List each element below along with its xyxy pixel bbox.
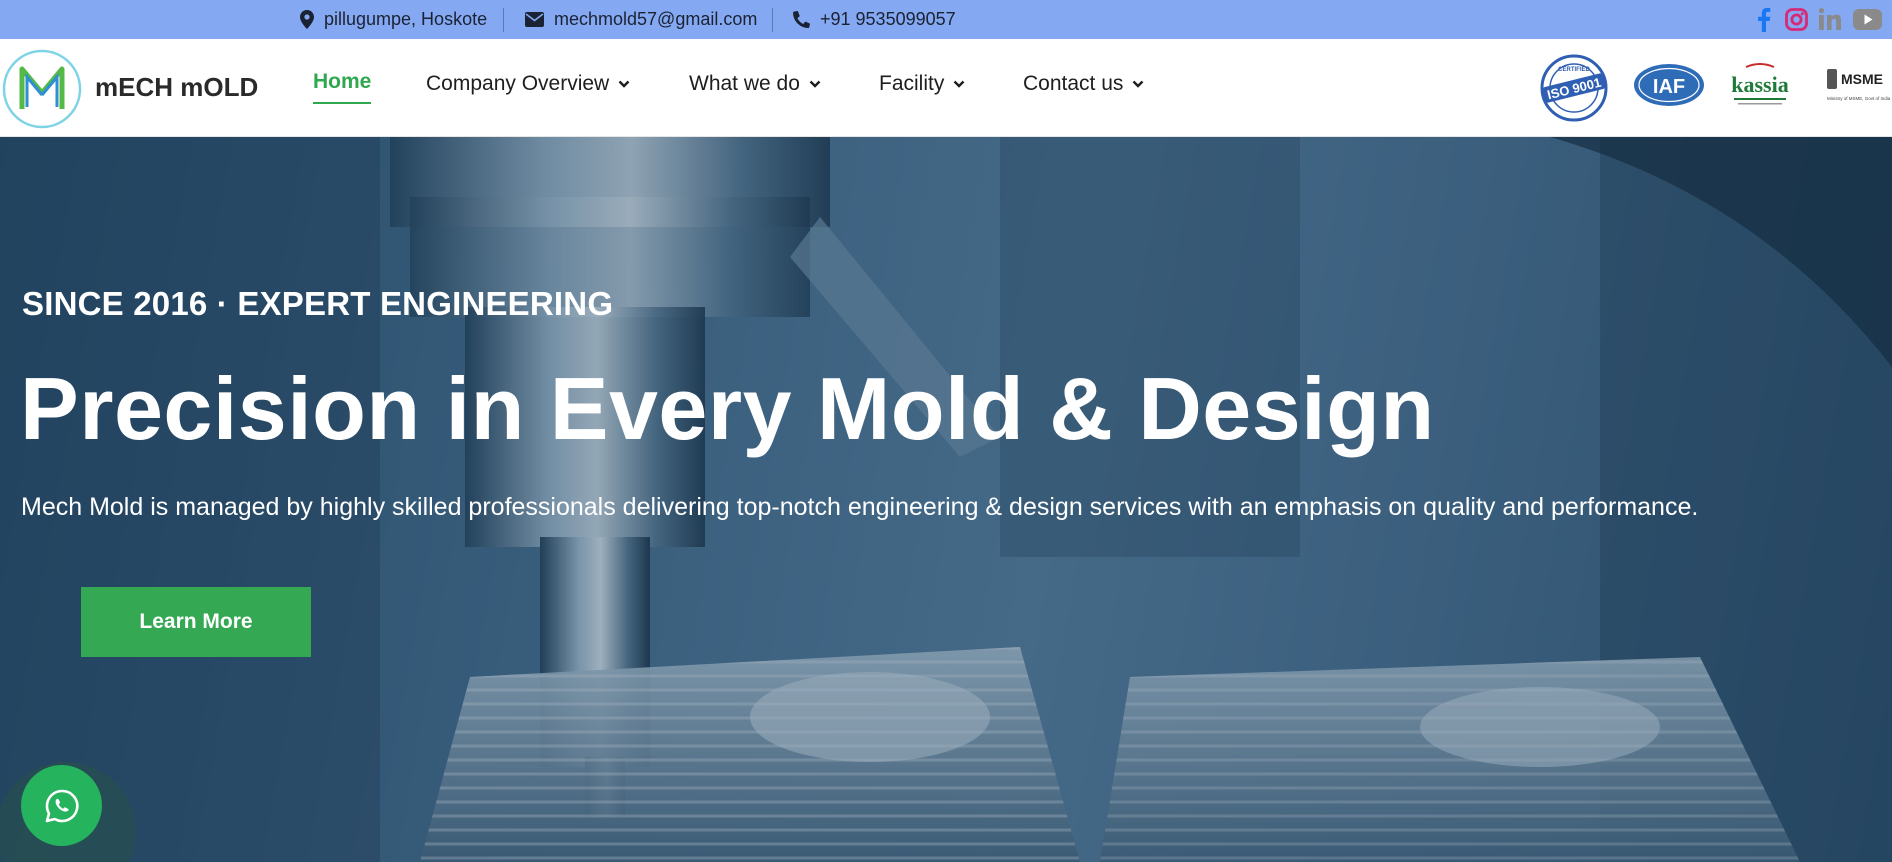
map-marker-icon [300,10,314,29]
location-contact: pillugumpe, Hoskote [300,0,487,39]
whatsapp-chat-button[interactable] [21,765,102,846]
nav-contact-us-label: Contact us [1023,72,1124,95]
nav-what-we-do-label: What we do [689,72,800,95]
nav-what-we-do[interactable]: What we do [689,72,821,96]
msme-label: MSME [1841,71,1883,87]
learn-more-button[interactable]: Learn More [81,587,311,657]
hero-headline: Precision in Every Mold & Design [20,359,1435,458]
linkedin-icon[interactable] [1818,6,1842,32]
youtube-icon[interactable] [1852,6,1882,32]
email-contact[interactable]: mechmold57@gmail.com [525,0,757,39]
chevron-down-icon [953,80,965,88]
kassia-label: kassia [1731,72,1788,97]
facebook-icon[interactable] [1755,6,1773,32]
msme-caption: Ministry of MSME, Govt of India [1827,96,1891,101]
chevron-down-icon [1133,80,1144,88]
whatsapp-icon [45,789,79,822]
nav-contact-us[interactable]: Contact us [1023,72,1144,96]
phone-link[interactable]: +91 9535099057 [820,9,956,30]
hero-banner: SINCE 2016 · EXPERT ENGINEERING Precisio… [0,137,1892,862]
phone-icon [793,11,810,28]
chevron-down-icon [809,80,821,88]
hero-eyebrow: SINCE 2016 · EXPERT ENGINEERING [22,285,614,322]
msme-badge: MSME Ministry of MSME, Govt of India [1827,69,1891,101]
iaf-badge: IAF [1634,64,1704,106]
brand-name[interactable]: mECH mOLD [95,72,258,103]
top-contact-bar: pillugumpe, Hoskote mechmold57@gmail.com… [0,0,1892,39]
iso-9001-badge: ISO 9001 CERTIFIED [1540,54,1608,122]
kassia-badge: kassia [1731,63,1789,105]
iaf-label: IAF [1653,76,1685,98]
phone-contact[interactable]: +91 9535099057 [793,0,956,39]
active-nav-underline [313,102,371,104]
chevron-down-icon [618,80,630,88]
nav-home-label: Home [313,70,372,93]
divider [772,8,773,32]
nav-facility[interactable]: Facility [879,72,965,96]
nav-company-overview-label: Company Overview [426,72,610,95]
nav-home[interactable]: Home [313,70,371,94]
company-logo-icon[interactable] [2,49,82,129]
hero-description: Mech Mold is managed by highly skilled p… [21,493,1699,521]
main-navbar: mECH mOLD Home Company Overview What we … [0,39,1892,137]
nav-facility-label: Facility [879,72,945,95]
email-link[interactable]: mechmold57@gmail.com [554,9,757,30]
divider [503,8,504,32]
instagram-icon[interactable] [1784,6,1808,32]
iso-ring-label: CERTIFIED [1558,67,1590,73]
location-text: pillugumpe, Hoskote [324,9,488,29]
nav-company-overview[interactable]: Company Overview [426,72,630,96]
envelope-icon [525,12,544,27]
